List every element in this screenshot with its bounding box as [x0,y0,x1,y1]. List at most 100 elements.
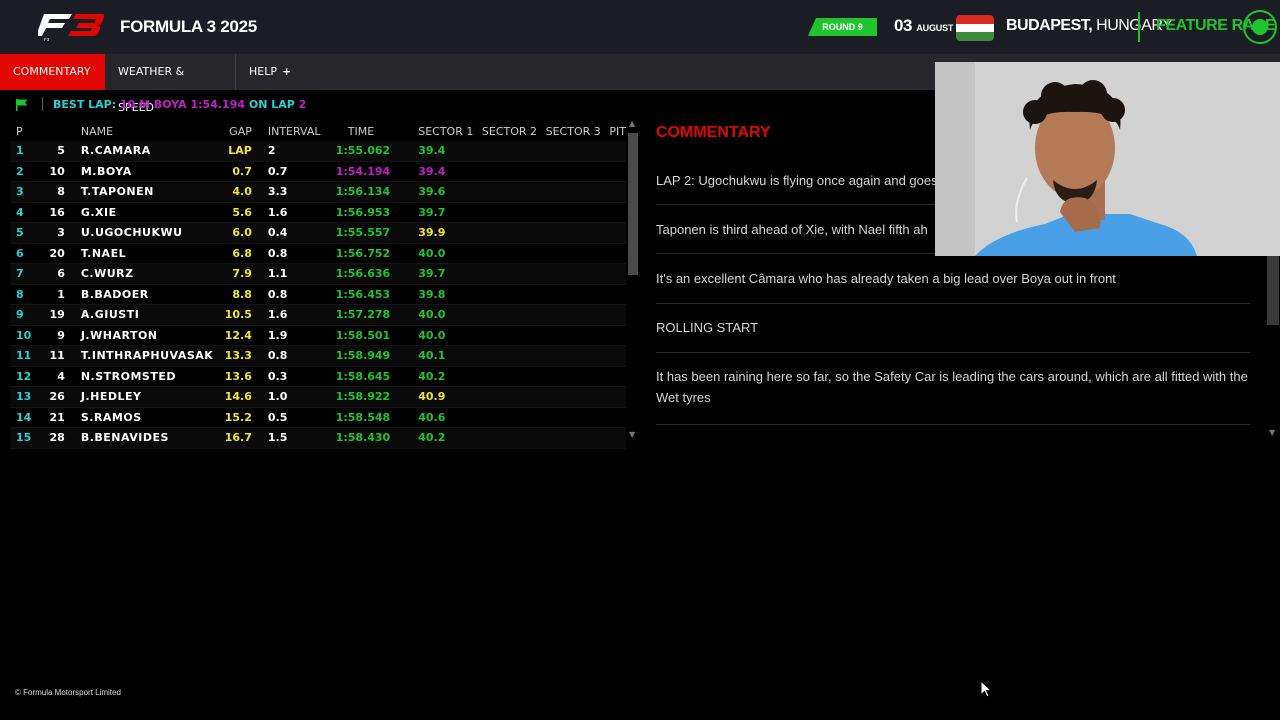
sector2-cell [481,222,546,243]
commentary-scrollbar-thumb[interactable] [1267,256,1279,325]
interval-cell: 0.8 [267,246,288,260]
commentary-scrollbar[interactable]: ▼ [1266,256,1280,439]
pit-cell [609,243,626,264]
tab-help[interactable]: HELP + [236,54,306,90]
tab-weather-speed[interactable]: WEATHER & SPEED [105,54,236,114]
sector3-cell [546,407,610,428]
race-date: 03 AUGUST [894,16,953,36]
position-cell: 11 [10,345,44,366]
position-cell: 2 [16,164,24,178]
sector2-cell [482,243,546,264]
sector3-cell [545,386,610,407]
sector2-cell [481,263,546,284]
lap-time-cell: 1:58.501 [335,328,391,342]
sector1-cell: 39.9 [418,222,482,243]
logo-caption: F3 [44,37,50,42]
table-row[interactable]: 1 5 R.CAMARA LAP 2 1:55.062 39.4 [10,141,626,161]
best-lap-on: ON LAP [248,98,295,111]
lap-time-cell: 1:54.194 [335,164,391,178]
position-cell: 5 [10,222,44,243]
table-row[interactable]: 14 21 S.RAMOS 15.2 0.5 1:58.548 40.6 [10,407,626,428]
table-row[interactable]: 12 4 N.STROMSTED 13.6 0.3 1:58.645 40.2 [10,366,626,387]
interval-cell: 1.5 [267,427,327,448]
table-row[interactable]: 4 16 G.XIE 5.6 1.6 1:56.953 39.7 [10,202,626,223]
commentary-scroll-down-icon[interactable]: ▼ [1269,428,1275,437]
timing-scrollbar[interactable]: ▲ ▼ [627,119,639,439]
commentary-title: COMMENTARY [656,124,771,141]
timing-scrollbar-thumb[interactable] [628,133,638,275]
sector1-cell: 40.0 [418,246,446,260]
sector2-cell [481,141,546,161]
car-number-cell: 26 [43,386,81,407]
scroll-down-icon[interactable]: ▼ [629,430,635,439]
sector3-cell [545,181,610,202]
table-row[interactable]: 3 8 T.TAPONEN 4.0 3.3 1:56.134 39.6 [10,181,626,202]
table-row[interactable]: 7 6 C.WURZ 7.9 1.1 1:56.636 39.7 [10,263,626,284]
pit-cell [609,141,626,161]
sector3-cell [545,304,610,325]
table-row[interactable]: 2 10 M.BOYA 0.7 0.7 1:54.194 39.4 [10,161,626,182]
lap-time-cell: 1:58.645 [335,369,391,383]
green-flag-icon [16,99,28,111]
pit-cell [609,284,626,305]
car-number-cell: 19 [43,304,81,325]
sector3-cell [546,366,610,387]
driver-name-cell: T.NAEL [80,246,127,260]
lap-time-cell: 1:58.548 [335,410,391,424]
interval-cell: 0.8 [267,287,288,301]
pit-cell [609,222,626,243]
lap-time-cell: 1:58.949 [326,345,419,366]
car-number-cell: 5 [43,141,81,161]
sector1-cell: 39.7 [418,263,482,284]
sector1-cell: 39.6 [418,181,482,202]
table-row[interactable]: 11 11 T.INTHRAPHUVASAK 13.3 0.8 1:58.949 40.1 [10,345,626,366]
gap-cell: 16.7 [215,427,268,448]
table-row[interactable]: 6 20 T.NAEL 6.8 0.8 1:56.752 40.0 [10,243,626,264]
position-cell: 8 [16,287,24,301]
position-cell: 13 [10,386,44,407]
interval-cell: 1.6 [267,304,327,325]
gap-cell: 14.6 [215,386,268,407]
position-cell: 1 [10,141,44,161]
live-indicator-icon [1243,10,1277,44]
table-row[interactable]: 8 1 B.BADOER 8.8 0.8 1:56.453 39.8 [10,284,626,305]
car-number-cell: 11 [43,345,81,366]
tab-commentary[interactable]: COMMENTARY [0,54,105,90]
gap-cell: 7.9 [215,263,268,284]
driver-name-cell: A.GIUSTI [80,304,216,325]
interval-cell: 1.1 [267,263,327,284]
scroll-up-icon[interactable]: ▲ [629,119,635,128]
col-number [44,121,81,141]
gap-cell: 0.7 [232,164,252,178]
col-pit: PIT [609,124,626,138]
pit-cell [609,181,626,202]
sector3-cell [546,202,610,223]
driver-name-cell: T.TAPONEN [80,181,216,202]
position-cell: 3 [10,181,44,202]
sector2-cell [482,284,546,305]
lap-time-cell: 1:56.752 [335,246,391,260]
position-cell: 9 [10,304,44,325]
pit-cell [609,386,626,407]
gap-cell: 6.0 [215,222,268,243]
gap-cell: 4.0 [215,181,268,202]
race-day: 03 [894,16,912,35]
lap-time-cell: 1:57.278 [326,304,419,325]
race-location: BUDAPEST, HUNGARY [1006,17,1173,35]
driver-name-cell: R.CAMARA [80,141,216,161]
table-row[interactable]: 10 9 J.WHARTON 12.4 1.9 1:58.501 40.0 [10,325,626,346]
pit-cell [609,407,626,428]
sector3-cell [545,222,610,243]
table-row[interactable]: 13 26 J.HEDLEY 14.6 1.0 1:58.922 40.9 [10,386,626,407]
sector1-cell: 40.6 [418,410,446,424]
car-number-cell: 6 [43,263,81,284]
position-cell: 7 [10,263,44,284]
table-row[interactable]: 5 3 U.UGOCHUKWU 6.0 0.4 1:55.557 39.9 [10,222,626,243]
table-row[interactable]: 9 19 A.GIUSTI 10.5 1.6 1:57.278 40.0 [10,304,626,325]
table-row[interactable]: 15 28 B.BENAVIDES 16.7 1.5 1:58.430 40.2 [10,427,626,448]
interval-cell: 0.3 [267,369,288,383]
round-badge: ROUND 9 [808,18,877,36]
sector2-cell [481,304,546,325]
lap-time-cell: 1:55.557 [326,222,419,243]
sector2-cell [482,407,546,428]
